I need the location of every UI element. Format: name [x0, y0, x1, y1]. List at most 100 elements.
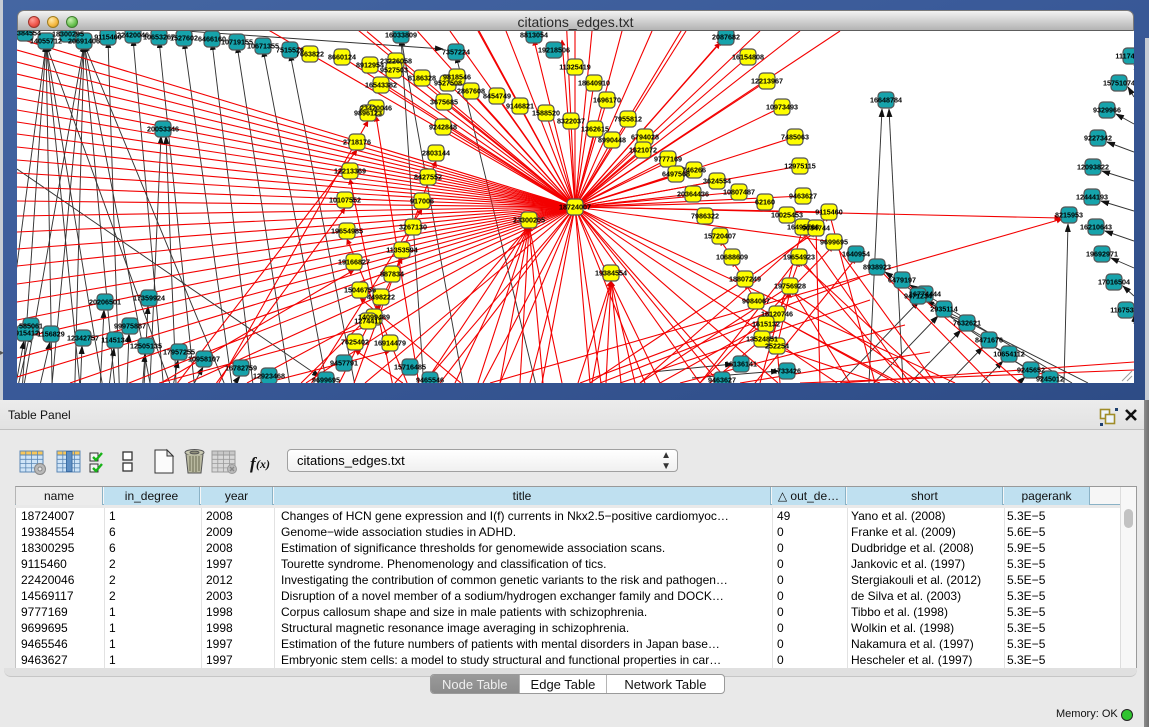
svg-text:10654112: 10654112: [993, 350, 1025, 359]
svg-text:18724007: 18724007: [559, 203, 591, 212]
svg-text:12923468: 12923468: [253, 372, 285, 381]
svg-text:7485063: 7485063: [781, 133, 809, 142]
svg-text:8215953: 8215953: [1055, 211, 1083, 220]
svg-text:20364436: 20364436: [677, 190, 709, 199]
svg-text:10107552: 10107552: [329, 196, 361, 205]
svg-text:7663822: 7663822: [296, 50, 324, 59]
svg-text:7986322: 7986322: [691, 212, 719, 221]
svg-text:3267130: 3267130: [399, 223, 427, 232]
svg-text:7632621: 7632621: [953, 319, 981, 328]
svg-text:1145134: 1145134: [101, 336, 129, 345]
svg-text:1362615: 1362615: [581, 125, 609, 134]
svg-text:62160: 62160: [755, 198, 775, 207]
svg-text:3624554: 3624554: [703, 177, 731, 186]
svg-text:8471676: 8471676: [975, 336, 1003, 345]
svg-text:9699695: 9699695: [312, 376, 340, 384]
svg-text:10958107: 10958107: [188, 355, 220, 364]
svg-text:12093822: 12093822: [1077, 163, 1109, 172]
svg-text:11174444: 11174444: [1115, 52, 1134, 61]
svg-text:9227342: 9227342: [1084, 134, 1112, 143]
svg-text:1696170: 1696170: [593, 96, 621, 105]
svg-text:9084744: 9084744: [802, 224, 830, 233]
svg-text:9465546: 9465546: [416, 376, 444, 384]
svg-text:10688609: 10688609: [716, 253, 748, 262]
svg-text:16914479: 16914479: [374, 339, 406, 348]
svg-text:16648784: 16648784: [870, 96, 902, 105]
svg-text:8427552: 8427552: [414, 173, 442, 182]
svg-text:18640910: 18640910: [578, 79, 610, 88]
svg-text:8660124: 8660124: [328, 53, 356, 62]
svg-text:16120746: 16120746: [761, 310, 793, 319]
svg-text:15716485: 15716485: [394, 363, 426, 372]
svg-text:9777169: 9777169: [654, 155, 682, 164]
svg-text:19654923: 19654923: [783, 253, 815, 262]
svg-text:16543382: 16543382: [365, 81, 397, 90]
svg-text:12213967: 12213967: [751, 77, 783, 86]
svg-text:8938923: 8938923: [863, 263, 891, 272]
svg-text:9699695: 9699695: [820, 238, 848, 247]
svg-text:9245012: 9245012: [1036, 375, 1064, 384]
svg-text:19692971: 19692971: [1086, 250, 1118, 259]
svg-text:9146821: 9146821: [506, 102, 534, 111]
svg-text:23300205: 23300205: [513, 216, 545, 225]
svg-text:1640954: 1640954: [842, 250, 870, 259]
svg-text:10807487: 10807487: [723, 188, 755, 197]
svg-text:9527503: 9527503: [380, 66, 408, 75]
svg-text:19166827: 19166827: [338, 258, 370, 267]
svg-text:12213369: 12213369: [334, 167, 366, 176]
svg-text:1621072: 1621072: [629, 146, 657, 155]
svg-text:9457791: 9457791: [330, 359, 358, 368]
svg-text:2867608: 2867608: [457, 87, 485, 96]
svg-text:11325419: 11325419: [559, 63, 591, 72]
svg-text:23226058: 23226058: [380, 57, 412, 66]
svg-text:7955812: 7955812: [614, 115, 642, 124]
svg-text:9084067: 9084067: [742, 297, 770, 306]
svg-text:8813054: 8813054: [520, 31, 548, 40]
svg-text:8990448: 8990448: [598, 136, 626, 145]
svg-text:9245652: 9245652: [1017, 366, 1045, 375]
svg-text:7357224: 7357224: [442, 48, 470, 57]
svg-text:19756928: 19756928: [774, 282, 806, 291]
svg-text:9463627: 9463627: [789, 192, 817, 201]
svg-text:12505135: 12505135: [130, 342, 162, 351]
svg-text:17359924: 17359924: [133, 294, 165, 303]
svg-text:12444193: 12444193: [1076, 193, 1108, 202]
svg-text:2803144: 2803144: [422, 149, 450, 158]
svg-text:6794028: 6794028: [631, 133, 659, 142]
svg-text:16154808: 16154808: [732, 53, 764, 62]
svg-text:9463627: 9463627: [708, 376, 736, 384]
svg-text:6497568: 6497568: [662, 170, 690, 179]
svg-text:10973493: 10973493: [766, 103, 798, 112]
svg-text:1156829: 1156829: [37, 330, 65, 339]
svg-text:3915412: 3915412: [17, 329, 39, 338]
svg-text:20206501: 20206501: [89, 298, 121, 307]
svg-text:9818546: 9818546: [443, 73, 471, 82]
svg-text:9896123: 9896123: [354, 109, 382, 118]
svg-text:16136141: 16136141: [725, 360, 757, 369]
svg-text:4498222: 4498222: [367, 293, 395, 302]
svg-text:12342757: 12342757: [67, 334, 99, 343]
svg-text:19654985: 19654985: [331, 227, 363, 236]
svg-text:1588520: 1588520: [532, 109, 560, 118]
svg-text:6479197: 6479197: [888, 276, 916, 285]
svg-text:1274411: 1274411: [354, 317, 382, 326]
svg-text:18807249: 18807249: [729, 275, 761, 284]
svg-text:1733426: 1733426: [773, 367, 801, 376]
svg-text:16033809: 16033809: [385, 31, 417, 40]
svg-text:12975115: 12975115: [784, 162, 816, 171]
svg-text:2935114: 2935114: [930, 305, 958, 314]
svg-text:252254: 252254: [765, 342, 789, 351]
svg-text:9471234: 9471234: [904, 292, 932, 301]
svg-text:917006: 917006: [410, 197, 434, 206]
svg-text:1527602: 1527602: [170, 34, 198, 43]
svg-text:3675685: 3675685: [430, 98, 458, 107]
svg-text:11353594: 11353594: [386, 246, 418, 255]
svg-text:9115460: 9115460: [815, 208, 843, 217]
svg-text:19218506: 19218506: [538, 46, 570, 55]
svg-text:8186328: 8186328: [408, 74, 436, 83]
svg-text:10025453: 10025453: [771, 211, 803, 220]
svg-text:7625402: 7625402: [341, 338, 369, 347]
svg-text:10671355: 10671355: [247, 42, 279, 51]
svg-text:17016504: 17016504: [1098, 278, 1130, 287]
svg-text:(x): (x): [256, 457, 270, 471]
